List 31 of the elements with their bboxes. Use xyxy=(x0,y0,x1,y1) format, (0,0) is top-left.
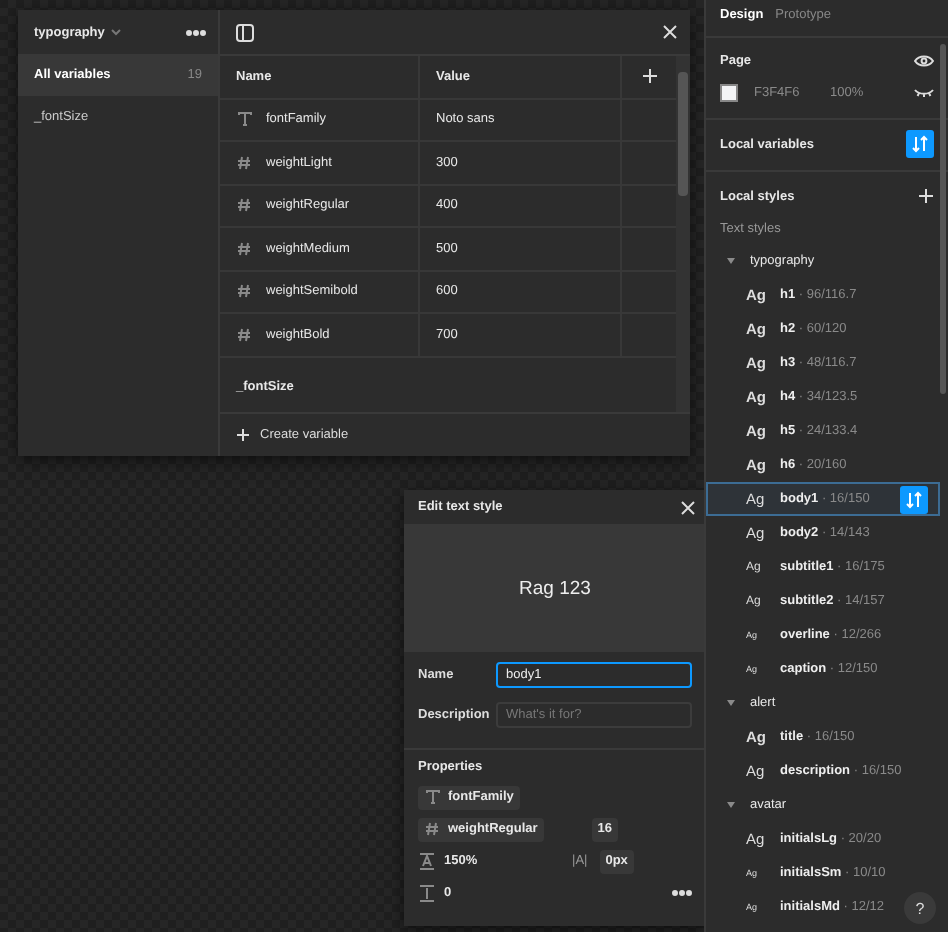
more-icon[interactable] xyxy=(186,29,206,35)
preview-text: Rag 123 xyxy=(519,577,591,599)
plus-icon xyxy=(236,428,250,442)
hash-icon xyxy=(236,282,254,301)
plus-icon[interactable] xyxy=(918,188,934,204)
chevron-down-icon xyxy=(110,28,123,36)
eye-closed-icon[interactable] xyxy=(914,88,934,99)
caret-icon xyxy=(726,800,736,810)
close-icon[interactable] xyxy=(662,24,678,40)
hash-icon xyxy=(236,153,254,172)
eye-icon[interactable] xyxy=(914,54,934,69)
scrollbar[interactable] xyxy=(676,56,690,412)
hash-icon xyxy=(236,196,254,215)
sidebar-toggle-icon[interactable] xyxy=(236,23,254,41)
text-type-icon xyxy=(236,110,254,129)
plus-icon[interactable] xyxy=(641,68,657,85)
adjust-button[interactable] xyxy=(906,130,934,159)
color-swatch[interactable] xyxy=(720,84,738,103)
text-type-icon xyxy=(424,788,442,806)
hash-icon xyxy=(236,325,254,344)
scrollbar[interactable] xyxy=(940,44,946,394)
caret-icon xyxy=(726,256,736,266)
help-button[interactable]: ? xyxy=(904,892,936,924)
paragraph-spacing-icon xyxy=(418,884,436,902)
hash-icon xyxy=(236,239,254,258)
more-icon[interactable] xyxy=(672,890,692,896)
close-icon[interactable] xyxy=(680,499,696,515)
line-height-icon xyxy=(418,852,436,870)
adjust-button[interactable] xyxy=(900,485,928,513)
caret-icon xyxy=(726,698,736,708)
hash-icon xyxy=(424,820,442,838)
